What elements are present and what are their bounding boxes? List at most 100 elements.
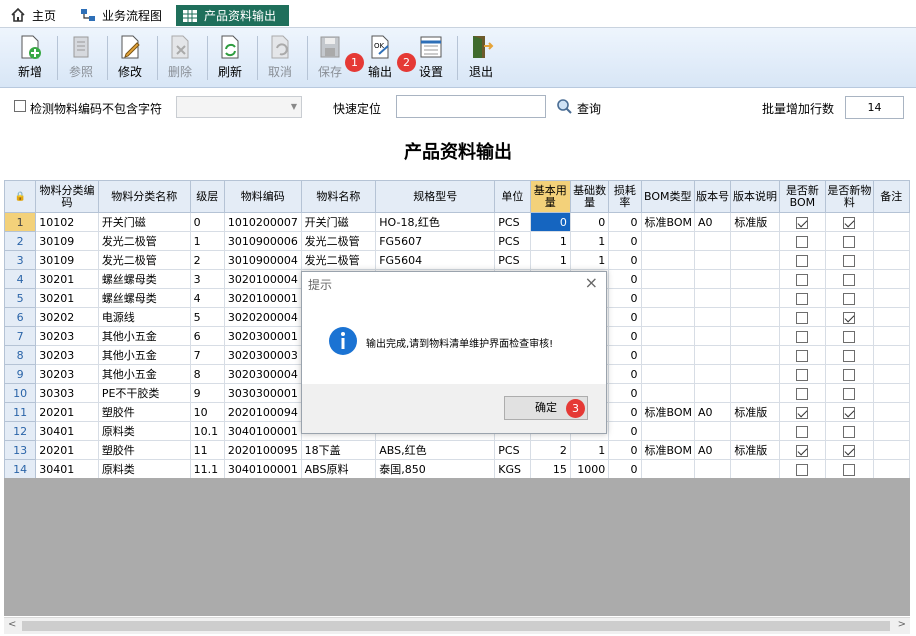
- row-number[interactable]: 13: [3, 440, 37, 460]
- output-button[interactable]: OK 输出: [357, 32, 403, 84]
- col-header[interactable]: 单位: [494, 180, 531, 213]
- new-material-checkbox[interactable]: [843, 406, 856, 419]
- cell-qty[interactable]: 1: [569, 231, 610, 251]
- cell-code[interactable]: 30201: [35, 269, 99, 289]
- row-number[interactable]: 5: [3, 288, 37, 308]
- row-number[interactable]: 10: [3, 383, 37, 403]
- cell-cname[interactable]: 螺丝螺母类: [97, 288, 191, 308]
- cell-vdesc[interactable]: [730, 383, 780, 403]
- horizontal-scrollbar[interactable]: < >: [4, 617, 910, 634]
- cell-loss[interactable]: 0: [608, 364, 642, 384]
- new-material-checkbox[interactable]: [843, 425, 856, 438]
- cell-mname[interactable]: 18下盖: [300, 440, 377, 460]
- quick-locate-input[interactable]: [396, 95, 546, 118]
- cell-base[interactable]: 1: [529, 231, 571, 251]
- row-number[interactable]: 6: [3, 307, 37, 327]
- new-material-checkbox[interactable]: [843, 311, 856, 324]
- cell-bom[interactable]: [640, 383, 696, 403]
- row-number[interactable]: 1: [3, 212, 37, 232]
- cell-spec[interactable]: ABS,红色: [375, 440, 496, 460]
- cell-qty[interactable]: 1000: [569, 459, 610, 479]
- cell-loss[interactable]: 0: [608, 440, 642, 460]
- new-bom-checkbox[interactable]: [796, 235, 809, 248]
- cell-remark[interactable]: [872, 402, 911, 422]
- cell-ver[interactable]: [693, 231, 732, 251]
- cell-cname[interactable]: 塑胶件: [97, 440, 191, 460]
- scroll-left-icon[interactable]: <: [8, 619, 16, 630]
- cell-remark[interactable]: [872, 250, 911, 270]
- cell-code[interactable]: 30202: [35, 307, 99, 327]
- cell-mcode[interactable]: 3020300004: [223, 364, 302, 384]
- cell-bom[interactable]: 标准BOM: [640, 440, 696, 460]
- new-bom-checkbox[interactable]: [796, 292, 809, 305]
- new-material-checkbox[interactable]: [843, 368, 856, 381]
- new-material-checkbox[interactable]: [843, 254, 856, 267]
- cell-bom[interactable]: [640, 364, 696, 384]
- new-bom-checkbox[interactable]: [796, 273, 809, 286]
- settings-button[interactable]: 设置: [408, 32, 454, 84]
- cell-remark[interactable]: [872, 212, 911, 232]
- search-icon[interactable]: [556, 98, 572, 114]
- cell-bom[interactable]: [640, 269, 696, 289]
- cell-loss[interactable]: 0: [608, 307, 642, 327]
- cell-loss[interactable]: 0: [608, 212, 642, 232]
- cell-mcode[interactable]: 3020100001: [223, 288, 302, 308]
- cell-mname[interactable]: ABS原料: [300, 459, 377, 479]
- cell-loss[interactable]: 0: [608, 231, 642, 251]
- new-bom-checkbox[interactable]: [796, 368, 809, 381]
- cell-mcode[interactable]: 3010900006: [223, 231, 302, 251]
- cell-lvl[interactable]: 5: [189, 307, 225, 327]
- cell-ver[interactable]: A0: [693, 212, 732, 232]
- cell-lvl[interactable]: 4: [189, 288, 225, 308]
- col-header[interactable]: 规格型号: [375, 180, 496, 213]
- new-bom-checkbox[interactable]: [796, 387, 809, 400]
- cell-unit[interactable]: KGS: [494, 459, 531, 479]
- cell-code[interactable]: 20201: [35, 402, 99, 422]
- col-header[interactable]: 物料编码: [223, 180, 302, 213]
- table-row[interactable]: 2 30109 发光二极管 1 3010900006 发光二极管 FG5607 PCS 1 1 0: [3, 231, 911, 251]
- cell-ver[interactable]: [693, 269, 732, 289]
- cell-cname[interactable]: 螺丝螺母类: [97, 269, 191, 289]
- cell-vdesc[interactable]: [730, 250, 780, 270]
- cell-mcode[interactable]: 1010200007: [223, 212, 302, 232]
- cell-ver[interactable]: [693, 288, 732, 308]
- cell-code[interactable]: 30203: [35, 326, 99, 346]
- cell-lvl[interactable]: 0: [189, 212, 225, 232]
- scroll-right-icon[interactable]: >: [898, 619, 906, 630]
- cell-cname[interactable]: 其他小五金: [97, 326, 191, 346]
- new-material-checkbox[interactable]: [843, 387, 856, 400]
- cell-code[interactable]: 30203: [35, 345, 99, 365]
- row-number[interactable]: 14: [3, 459, 37, 479]
- exit-button[interactable]: 退出: [458, 32, 504, 84]
- cell-cname[interactable]: 发光二极管: [97, 250, 191, 270]
- cell-code[interactable]: 30109: [35, 250, 99, 270]
- cell-vdesc[interactable]: [730, 326, 780, 346]
- new-bom-checkbox[interactable]: [796, 254, 809, 267]
- cell-mcode[interactable]: 3020200004: [223, 307, 302, 327]
- col-header[interactable]: 版本号: [693, 180, 732, 213]
- cell-vdesc[interactable]: [730, 307, 780, 327]
- cell-base[interactable]: 15: [529, 459, 571, 479]
- cell-ver[interactable]: [693, 326, 732, 346]
- row-number[interactable]: 8: [3, 345, 37, 365]
- new-bom-checkbox[interactable]: [796, 425, 809, 438]
- new-material-checkbox[interactable]: [843, 292, 856, 305]
- tab-home[interactable]: 主页: [10, 4, 56, 26]
- cell-qty[interactable]: 1: [569, 250, 610, 270]
- cell-code[interactable]: 30109: [35, 231, 99, 251]
- cell-loss[interactable]: 0: [608, 326, 642, 346]
- cell-base[interactable]: 0: [529, 212, 571, 232]
- scrollbar-thumb[interactable]: [22, 621, 890, 631]
- cell-cname[interactable]: 电源线: [97, 307, 191, 327]
- cancel-button[interactable]: 取消: [257, 32, 303, 84]
- cell-loss[interactable]: 0: [608, 250, 642, 270]
- cell-mcode[interactable]: 3030300001: [223, 383, 302, 403]
- cell-mname[interactable]: 发光二极管: [300, 231, 377, 251]
- cell-mcode[interactable]: 3040100001: [223, 421, 302, 441]
- cell-lvl[interactable]: 8: [189, 364, 225, 384]
- cell-ver[interactable]: [693, 364, 732, 384]
- cell-vdesc[interactable]: 标准版: [730, 212, 780, 232]
- cell-mcode[interactable]: 2020100095: [223, 440, 302, 460]
- new-bom-checkbox[interactable]: [796, 349, 809, 362]
- cell-vdesc[interactable]: [730, 288, 780, 308]
